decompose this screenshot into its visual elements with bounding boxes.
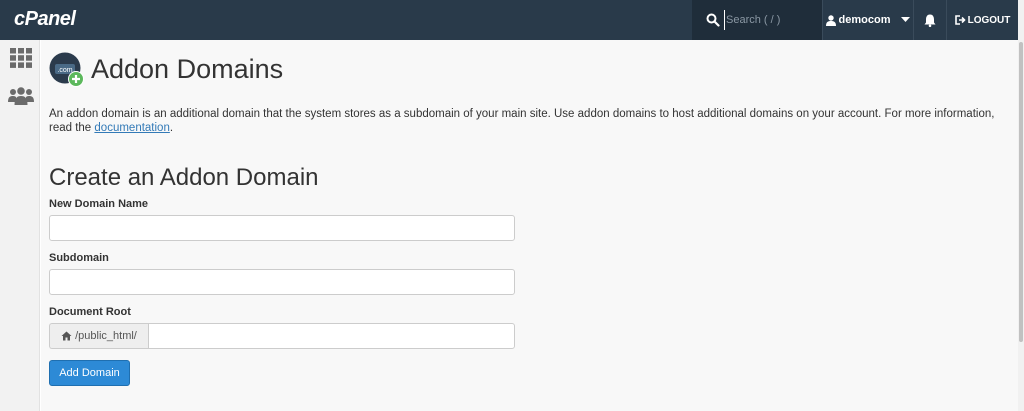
notifications-button[interactable] bbox=[914, 0, 947, 40]
new-domain-input[interactable] bbox=[49, 215, 515, 241]
cpanel-logo[interactable]: cPanel bbox=[14, 8, 76, 31]
logout-icon bbox=[954, 15, 966, 25]
description-text: An addon domain is an additional domain … bbox=[49, 108, 995, 134]
page-scrollbar[interactable] bbox=[1018, 0, 1024, 411]
section-title: Create an Addon Domain bbox=[49, 164, 319, 191]
document-root-prefix: /public_html/ bbox=[49, 323, 148, 349]
logout-label: LOGOUT bbox=[967, 14, 1011, 26]
sidebar bbox=[0, 40, 40, 411]
logout-button[interactable]: LOGOUT bbox=[947, 0, 1018, 40]
document-root-prefix-text: /public_html/ bbox=[75, 330, 137, 342]
subdomain-input[interactable] bbox=[49, 269, 515, 295]
subdomain-label: Subdomain bbox=[49, 252, 109, 264]
document-root-input[interactable] bbox=[148, 323, 515, 349]
page-title: Addon Domains bbox=[91, 54, 284, 84]
add-domain-button[interactable]: Add Domain bbox=[49, 360, 130, 386]
search-icon bbox=[706, 13, 720, 27]
sidebar-users-button[interactable] bbox=[8, 84, 34, 108]
document-root-label: Document Root bbox=[49, 306, 131, 318]
documentation-link[interactable]: documentation bbox=[94, 122, 169, 134]
top-navbar: cPanel democom LOGOUT bbox=[0, 0, 1018, 40]
page-description: An addon domain is an additional domain … bbox=[49, 107, 1009, 135]
svg-text:.com: .com bbox=[57, 67, 72, 74]
document-root-group: /public_html/ bbox=[49, 323, 515, 349]
search-input[interactable] bbox=[724, 10, 816, 30]
grid-icon bbox=[10, 48, 32, 68]
home-icon bbox=[61, 331, 72, 341]
addon-domain-icon: .com bbox=[49, 52, 84, 87]
bell-icon bbox=[924, 14, 936, 27]
search-box[interactable] bbox=[692, 0, 822, 40]
description-end: . bbox=[169, 122, 174, 134]
user-icon bbox=[825, 14, 836, 26]
caret-down-icon bbox=[901, 17, 911, 22]
user-menu[interactable]: democom bbox=[822, 0, 914, 40]
scrollbar-thumb[interactable] bbox=[1019, 42, 1023, 342]
username: democom bbox=[838, 14, 891, 26]
main-content: .com Addon Domains An addon domain is an… bbox=[41, 40, 1018, 411]
new-domain-label: New Domain Name bbox=[49, 198, 149, 210]
sidebar-tools-button[interactable] bbox=[8, 46, 34, 70]
users-icon bbox=[8, 87, 34, 105]
